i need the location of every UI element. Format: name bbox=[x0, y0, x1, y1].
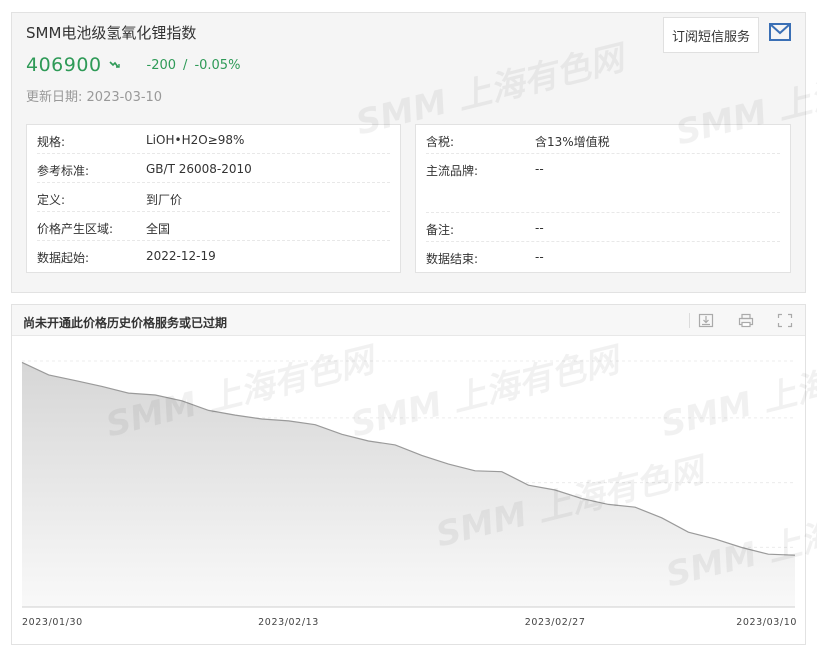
spec-row: 价格产生区域: 全国 bbox=[37, 212, 390, 241]
spec-row: 参考标准: GB/T 26008-2010 bbox=[37, 154, 390, 183]
update-date-row: 更新日期: 2023-03-10 bbox=[26, 86, 162, 105]
mail-icon[interactable] bbox=[769, 23, 791, 41]
x-tick-label: 2023/02/13 bbox=[258, 617, 319, 628]
spec-label: 数据起始: bbox=[37, 251, 90, 265]
change-percent: -0.05% bbox=[194, 57, 241, 73]
chart-notice-title: 尚未开通此价格历史价格服务或已过期 bbox=[23, 316, 228, 330]
spec-value: 2022-12-19 bbox=[146, 249, 216, 263]
spec-value: -- bbox=[535, 250, 544, 264]
chart-header: 尚未开通此价格历史价格服务或已过期 bbox=[12, 305, 805, 336]
toolbar-divider bbox=[689, 313, 690, 328]
x-axis-ticks: 2023/01/30 2023/02/13 2023/02/27 2023/03/10 bbox=[22, 617, 797, 628]
price-info-card: SMM电池级氢氧化锂指数 406900 -200 / -0.05% 更新日期: 20… bbox=[11, 12, 817, 293]
spec-label: 含税: bbox=[426, 135, 455, 149]
spec-table-right: 含税: 含13%增值税 主流品牌: -- 备注: -- 数据结束: -- bbox=[415, 124, 791, 273]
spec-value: 到厂价 bbox=[146, 193, 183, 207]
spec-row: 规格: LiOH•H2O≥98% bbox=[37, 125, 390, 154]
x-tick-label: 2023/02/27 bbox=[525, 617, 586, 628]
price-change: -200 / -0.05% bbox=[147, 58, 241, 73]
spec-row: 定义: 到厂价 bbox=[37, 183, 390, 212]
spec-label: 主流品牌: bbox=[426, 164, 479, 178]
x-tick-label: 2023/03/10 bbox=[736, 617, 797, 628]
change-absolute: -200 bbox=[146, 57, 177, 73]
spec-value: -- bbox=[535, 221, 544, 235]
spec-value: 含13%增值税 bbox=[535, 135, 610, 149]
price-history-chart-card: 尚未开通此价格历史价格服务或已过期 2023/01/30 2023/02/13 20… bbox=[11, 304, 817, 645]
spec-row: 含税: 含13%增值税 bbox=[426, 125, 780, 154]
spec-row: 主流品牌: -- bbox=[426, 154, 780, 213]
spec-label: 参考标准: bbox=[37, 164, 90, 178]
spec-value: GB/T 26008-2010 bbox=[146, 162, 252, 176]
spec-value: -- bbox=[535, 162, 544, 176]
product-title: SMM电池级氢氧化锂指数 bbox=[26, 24, 197, 42]
change-separator: / bbox=[183, 57, 188, 73]
spec-label: 定义: bbox=[37, 193, 66, 207]
print-icon[interactable] bbox=[738, 313, 754, 328]
download-icon[interactable] bbox=[698, 313, 714, 328]
spec-label: 备注: bbox=[426, 223, 455, 237]
subscribe-sms-button[interactable]: 订阅短信服务 bbox=[663, 17, 759, 53]
spec-value: 全国 bbox=[146, 222, 171, 236]
price-row: 406900 -200 / -0.05% bbox=[26, 53, 240, 77]
current-price: 406900 bbox=[26, 54, 102, 76]
fullscreen-icon[interactable] bbox=[777, 313, 793, 328]
spec-row: 数据起始: 2022-12-19 bbox=[37, 241, 390, 270]
spec-table-left: 规格: LiOH•H2O≥98% 参考标准: GB/T 26008-2010 定… bbox=[26, 124, 401, 273]
down-trend-icon bbox=[108, 61, 120, 68]
spec-label: 数据结束: bbox=[426, 252, 479, 266]
price-area-chart: 2023/01/30 2023/02/13 2023/02/27 2023/03/10 bbox=[21, 360, 797, 628]
spec-row: 备注: -- bbox=[426, 213, 780, 242]
spec-row: 数据结束: -- bbox=[426, 242, 780, 271]
series-area bbox=[22, 362, 795, 607]
update-date-value: 2023-03-10 bbox=[86, 90, 163, 105]
spec-label: 价格产生区域: bbox=[37, 222, 114, 236]
spec-value: LiOH•H2O≥98% bbox=[146, 133, 245, 147]
update-date-label: 更新日期: bbox=[26, 90, 83, 105]
x-tick-label: 2023/01/30 bbox=[22, 617, 83, 628]
spec-label: 规格: bbox=[37, 135, 66, 149]
